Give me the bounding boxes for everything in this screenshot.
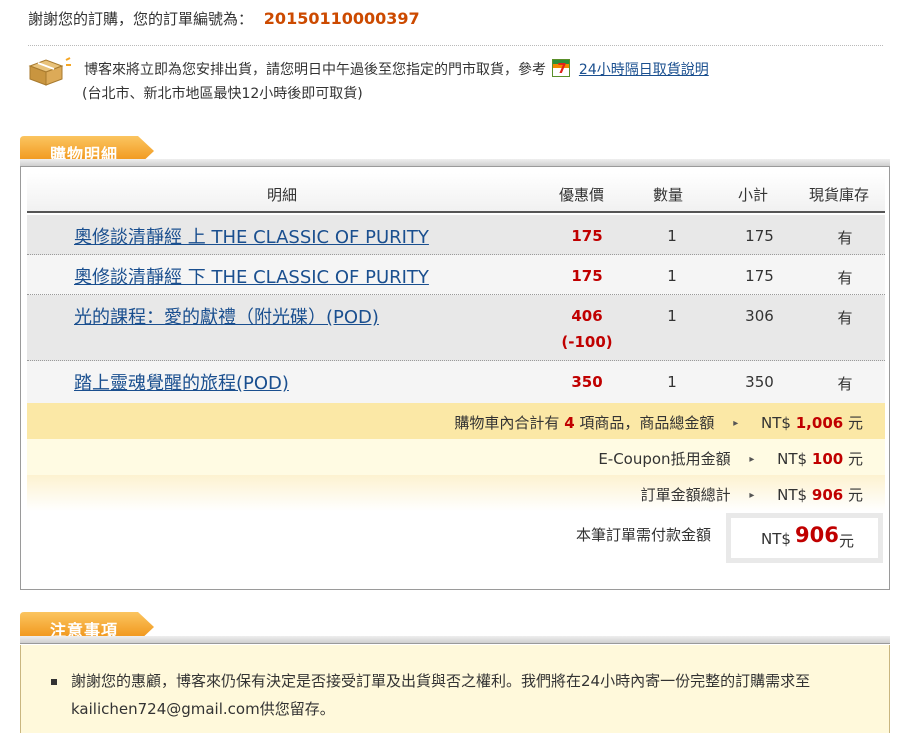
section-rule: [20, 636, 890, 644]
section-rule: [20, 159, 890, 167]
notes-list: 謝謝您的惠顧，博客來仍保有決定是否接受訂單及出貨與否之權利。我們將在24小時內寄…: [51, 667, 851, 723]
arrow-right-icon: ▸: [733, 418, 739, 429]
product-subtotal: 175: [745, 227, 774, 245]
coupon-currency: NT$: [777, 450, 808, 468]
cart-item-count: 4: [564, 414, 575, 432]
product-qty: 1: [667, 373, 677, 391]
product-subtotal: 306: [745, 307, 774, 325]
table-row: 奧修談清靜經 下 THE CLASSIC OF PURITY 175 1 175…: [27, 255, 885, 295]
product-qty: 1: [667, 227, 677, 245]
order-total-amount: 906: [811, 486, 844, 504]
product-subtotal: 350: [745, 373, 774, 391]
shipping-notice-text: 博客來將立即為您安排出貨，請您明日中午過後至您指定的門市取貨，參考: [84, 62, 546, 78]
order-total-unit: 元: [847, 486, 863, 504]
order-total-row: 訂單金額總計 ▸ NT$ 906 元: [27, 475, 885, 511]
column-header-price: 優惠價: [559, 186, 605, 204]
cart-count-prefix: 購物車內合計有: [454, 414, 560, 432]
coupon-amount: 100: [811, 450, 844, 468]
order-total-currency: NT$: [777, 486, 808, 504]
product-stock: 有: [837, 229, 853, 247]
table-row: 光的課程：愛的獻禮（附光碟）(POD) 406 (-100) 1 306 有: [27, 295, 885, 361]
table-row: 踏上靈魂覺醒的旅程(POD) 350 1 350 有: [27, 361, 885, 403]
product-price: 406: [571, 307, 603, 325]
divider: [28, 45, 883, 46]
coupon-label: E-Coupon抵用金額: [598, 450, 731, 468]
product-link[interactable]: 踏上靈魂覺醒的旅程(POD): [74, 369, 289, 395]
product-subtotal: 175: [745, 267, 774, 285]
notes-panel: 謝謝您的惠顧，博客來仍保有決定是否接受訂單及出貨與否之權利。我們將在24小時內寄…: [20, 645, 890, 733]
cart-total-amount: 1,006: [795, 414, 844, 432]
cart-table-header: 明細 優惠價 數量 小計 現貨庫存: [27, 173, 885, 213]
seven-eleven-logo-icon: 7: [552, 59, 571, 77]
payable-amount: 906: [795, 523, 839, 547]
column-header-stock: 現貨庫存: [809, 186, 870, 204]
product-link[interactable]: 光的課程：愛的獻禮（附光碟）(POD): [74, 303, 379, 329]
cart-count-suffix: 項商品，商品總金額: [579, 414, 715, 432]
payable-amount-box: NT$ 906 元: [726, 513, 883, 563]
package-box-icon: [28, 57, 71, 86]
coupon-row: E-Coupon抵用金額 ▸ NT$ 100 元: [27, 439, 885, 475]
order-confirmation-message: 謝謝您的訂購，您的訂單編號為： 20150110000397: [28, 8, 420, 29]
arrow-right-icon: ▸: [749, 490, 755, 501]
product-qty: 1: [667, 307, 677, 325]
column-header-detail: 明細: [267, 186, 298, 204]
product-link[interactable]: 奧修談清靜經 上 THE CLASSIC OF PURITY: [74, 223, 429, 249]
cart-total-unit: 元: [847, 414, 863, 432]
product-price: 350: [571, 373, 603, 391]
product-discount: (-100): [561, 333, 613, 351]
cart-total-currency: NT$: [761, 414, 791, 432]
product-stock: 有: [837, 375, 853, 393]
product-link[interactable]: 奧修談清靜經 下 THE CLASSIC OF PURITY: [74, 263, 429, 289]
pickup-info-link[interactable]: 24小時隔日取貨說明: [579, 62, 709, 78]
product-price: 175: [571, 267, 603, 285]
bullet-icon: [51, 679, 57, 685]
order-number: 20150110000397: [263, 9, 420, 28]
payable-label: 本筆訂單需付款金額: [576, 526, 712, 544]
product-stock: 有: [837, 309, 853, 327]
product-qty: 1: [667, 267, 677, 285]
payable-unit: 元: [839, 532, 855, 550]
column-header-subtotal: 小計: [738, 186, 769, 204]
cart-detail-panel: 明細 優惠價 數量 小計 現貨庫存 奧修談清靜經 上 THE CLASSIC O…: [20, 167, 890, 590]
product-price: 175: [571, 227, 603, 245]
payable-currency: NT$: [761, 530, 791, 548]
coupon-unit: 元: [847, 450, 863, 468]
note-text: 謝謝您的惠顧，博客來仍保有決定是否接受訂單及出貨與否之權利。我們將在24小時內寄…: [71, 672, 811, 718]
table-row: 奧修談清靜經 上 THE CLASSIC OF PURITY 175 1 175…: [27, 215, 885, 255]
thanks-text: 謝謝您的訂購，您的訂單編號為：: [28, 10, 254, 28]
list-item: 謝謝您的惠顧，博客來仍保有決定是否接受訂單及出貨與否之權利。我們將在24小時內寄…: [51, 667, 851, 723]
order-total-label: 訂單金額總計: [640, 486, 731, 504]
product-stock: 有: [837, 269, 853, 287]
cart-total-row: 購物車內合計有 4 項商品，商品總金額 ▸ NT$ 1,006 元: [27, 403, 885, 439]
arrow-right-icon: ▸: [749, 454, 755, 465]
pickup-region-note: (台北市、新北市地區最快12小時後即可取貨): [82, 86, 363, 102]
column-header-qty: 數量: [653, 186, 684, 204]
